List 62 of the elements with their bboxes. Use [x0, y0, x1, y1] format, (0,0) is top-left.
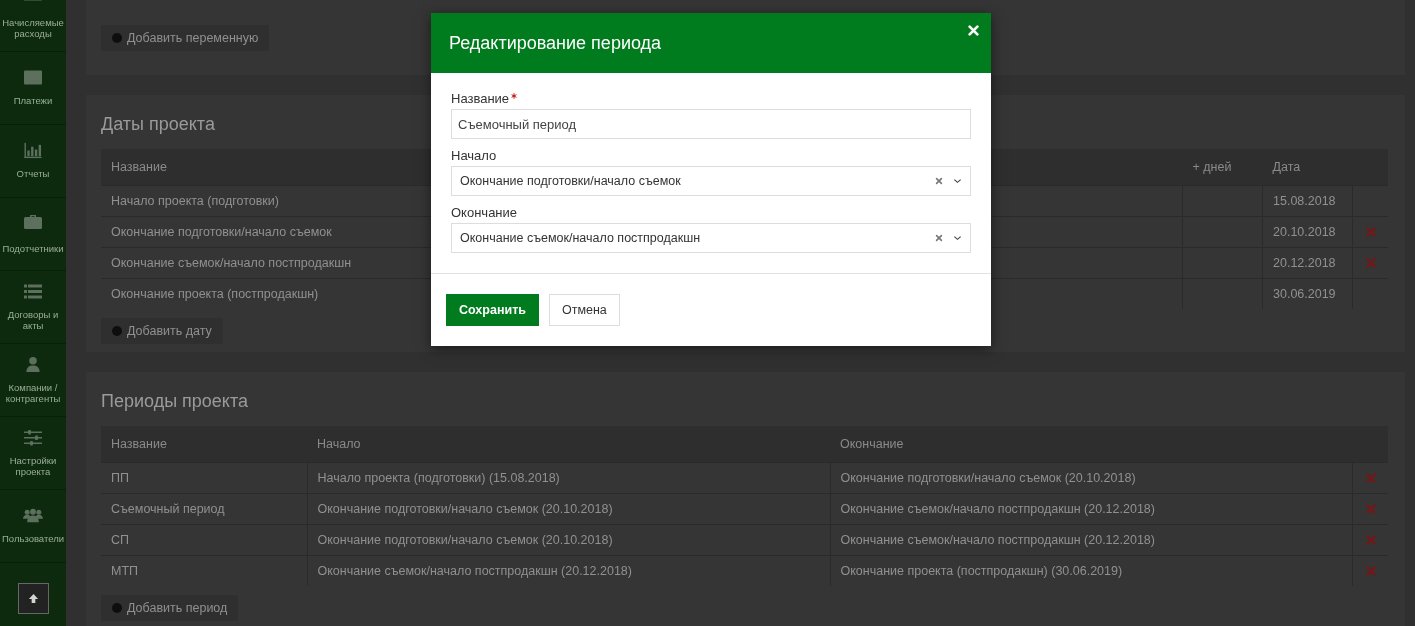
bar-chart-icon: [23, 142, 43, 160]
table-cell: Окончание съемок/начало постпродакшн (20.12.2018): [307, 555, 830, 586]
list-icon: [23, 283, 43, 301]
table-cell: Окончание проекта (постпродакшн) (30.06.2019): [830, 555, 1353, 586]
delete-icon[interactable]: [1365, 473, 1376, 483]
section-title: Даты проекта: [101, 114, 215, 135]
delete-icon[interactable]: [1365, 535, 1376, 545]
select-field[interactable]: Окончание съемок/начало постпродакшн: [451, 223, 971, 253]
user-icon: [23, 356, 43, 374]
table-cell: 15.08.2018: [1262, 185, 1353, 217]
save-button[interactable]: Сохранить: [446, 294, 539, 326]
table-cell: Съемочный период: [101, 493, 307, 525]
sidebar-item[interactable]: Начисляемые расходы: [0, 18, 66, 39]
chevron-down-icon: [953, 178, 962, 184]
sliders-icon: [23, 429, 43, 447]
scroll-top-button[interactable]: [17, 583, 49, 614]
add-button[interactable]: Добавить дату: [101, 318, 223, 344]
sidebar-item[interactable]: Платежи: [12, 96, 54, 107]
sidebar-item[interactable]: Отчеты: [15, 169, 51, 180]
delete-icon[interactable]: [1365, 504, 1376, 514]
delete-icon[interactable]: [1365, 227, 1376, 237]
delete-icon[interactable]: [1365, 566, 1376, 576]
field-label: Начало: [451, 148, 497, 163]
table-cell: Окончание подготовки/начало съемок (20.10.2018): [307, 493, 830, 525]
chevron-down-icon: [953, 235, 962, 241]
table-cell: Окончание подготовки/начало съемок (20.10.2018): [307, 524, 830, 556]
sidebar-item[interactable]: Договоры и акты: [0, 310, 66, 331]
column-header: Дата: [1262, 149, 1353, 186]
sidebar-item[interactable]: Компании / контрагенты: [0, 383, 66, 404]
clear-icon[interactable]: [935, 177, 943, 185]
table-cell: Окончание подготовки/начало съемок (20.10.2018): [830, 462, 1353, 494]
column-header: Окончание: [830, 426, 1353, 463]
table-cell: 20.12.2018: [1262, 247, 1353, 279]
table-cell: Окончание съемок/начало постпродакшн (20.12.2018): [830, 493, 1353, 525]
select-field[interactable]: Окончание подготовки/начало съемок: [451, 166, 971, 196]
table-cell: Начало проекта (подготовки) (15.08.2018): [307, 462, 830, 494]
column-header: + дней: [1182, 149, 1263, 186]
close-icon[interactable]: [968, 25, 979, 36]
users-icon: [23, 507, 43, 525]
sidebar-item[interactable]: Настройки проекта: [0, 456, 66, 477]
table-cell: ПП: [101, 462, 307, 494]
sidebar-item[interactable]: Подотчетники: [1, 244, 65, 255]
table-cell: СП: [101, 524, 307, 556]
add-button[interactable]: Добавить переменную: [101, 25, 270, 51]
cancel-button[interactable]: Отмена: [548, 294, 620, 326]
column-header: Начало: [307, 426, 830, 463]
column-header: Название: [101, 426, 307, 463]
table-cell: МТП: [101, 555, 307, 586]
field-label: Название: [451, 91, 510, 106]
arrow-up-icon: [27, 593, 39, 604]
table-cell: 20.10.2018: [1262, 216, 1353, 248]
section-title: Периоды проекта: [101, 391, 248, 412]
table-cell: 30.06.2019: [1262, 278, 1353, 309]
briefcase-icon: [23, 213, 43, 231]
delete-icon[interactable]: [1365, 258, 1376, 268]
sidebar-item[interactable]: Пользователи: [1, 534, 65, 545]
clear-icon[interactable]: [935, 234, 943, 242]
modal-title: Редактирование периода: [449, 32, 662, 54]
table-cell: Окончание съемок/начало постпродакшн (20.12.2018): [830, 524, 1353, 556]
input-field[interactable]: Съемочный период: [451, 109, 971, 139]
required-asterisk-icon: [511, 93, 518, 99]
add-button[interactable]: Добавить период: [101, 595, 239, 621]
